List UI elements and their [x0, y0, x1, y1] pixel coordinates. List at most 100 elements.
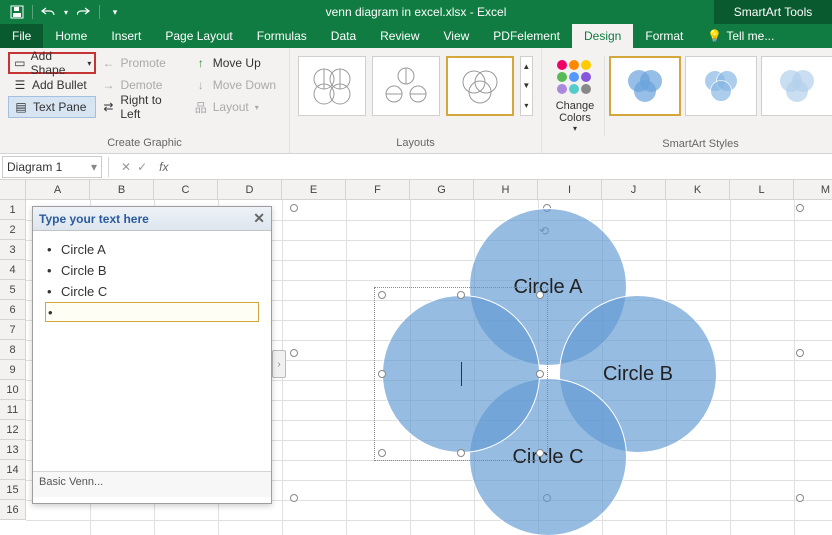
textpane-item[interactable]: Circle C: [45, 281, 259, 302]
column-header[interactable]: D: [218, 180, 282, 200]
textpane-body[interactable]: Circle A Circle B Circle C: [33, 231, 271, 471]
tab-file[interactable]: File: [0, 24, 43, 48]
accept-icon[interactable]: ✓: [137, 160, 147, 174]
column-header[interactable]: G: [410, 180, 474, 200]
text-pane-label: Text Pane: [33, 100, 86, 114]
tab-view[interactable]: View: [432, 24, 482, 48]
change-colors-button[interactable]: Change Colors ▾: [550, 56, 600, 133]
textpane-item[interactable]: Circle A: [45, 239, 259, 260]
textpane-footer[interactable]: Basic Venn...: [33, 471, 271, 497]
column-header[interactable]: K: [666, 180, 730, 200]
column-header[interactable]: E: [282, 180, 346, 200]
cancel-icon[interactable]: ✕: [121, 160, 131, 174]
lightbulb-icon: 💡: [707, 29, 722, 43]
tab-page-layout[interactable]: Page Layout: [153, 24, 244, 48]
column-header[interactable]: L: [730, 180, 794, 200]
layout-option-1[interactable]: [298, 56, 366, 116]
rtl-button[interactable]: ⇄Right to Left: [96, 96, 188, 118]
layout-icon: 品: [193, 99, 209, 115]
tab-insert[interactable]: Insert: [99, 24, 153, 48]
undo-dropdown-icon[interactable]: ▾: [61, 2, 71, 22]
formula-bar: Diagram 1 ▾ ✕ ✓ fx: [0, 154, 832, 180]
resize-handle[interactable]: [378, 449, 386, 457]
layouts-more-button[interactable]: ▲▼▾: [520, 56, 533, 116]
textpane-item-active[interactable]: [45, 302, 259, 322]
save-icon[interactable]: [6, 2, 28, 22]
name-box[interactable]: Diagram 1 ▾: [2, 156, 102, 178]
promote-button: ←Promote: [96, 52, 188, 74]
tab-tellme[interactable]: 💡 Tell me...: [695, 24, 786, 48]
tab-pdfelement[interactable]: PDFelement: [481, 24, 572, 48]
formula-input[interactable]: [168, 156, 832, 178]
layout-option-3-selected[interactable]: [446, 56, 514, 116]
select-all-corner[interactable]: [0, 180, 26, 200]
textpane-item[interactable]: Circle B: [45, 260, 259, 281]
resize-handle[interactable]: [290, 204, 298, 212]
row-header[interactable]: 14: [0, 460, 26, 480]
column-header[interactable]: C: [154, 180, 218, 200]
resize-handle[interactable]: [796, 494, 804, 502]
row-header[interactable]: 5: [0, 280, 26, 300]
text-pane-button[interactable]: ▤ Text Pane: [8, 96, 96, 118]
layout-option-2[interactable]: [372, 56, 440, 116]
column-header[interactable]: F: [346, 180, 410, 200]
resize-handle[interactable]: [796, 204, 804, 212]
group-create-graphic: ▭ Add Shape ▾ ☰ Add Bullet ▤ Text Pane ←…: [0, 48, 290, 153]
row-header[interactable]: 6: [0, 300, 26, 320]
row-header[interactable]: 13: [0, 440, 26, 460]
row-header[interactable]: 12: [0, 420, 26, 440]
row-header[interactable]: 7: [0, 320, 26, 340]
style-option-3[interactable]: [761, 56, 832, 116]
row-header[interactable]: 15: [0, 480, 26, 500]
resize-handle[interactable]: [536, 449, 544, 457]
close-icon[interactable]: ✕: [253, 210, 265, 227]
tab-formulas[interactable]: Formulas: [245, 24, 319, 48]
resize-handle[interactable]: [378, 370, 386, 378]
tab-design[interactable]: Design: [572, 24, 633, 48]
resize-handle[interactable]: [290, 349, 298, 357]
qat-customize-icon[interactable]: ▾: [104, 2, 126, 22]
tellme-label: Tell me...: [726, 29, 774, 43]
resize-handle[interactable]: [457, 291, 465, 299]
dropdown-icon[interactable]: ▾: [91, 160, 97, 174]
tab-home[interactable]: Home: [43, 24, 99, 48]
smartart-object[interactable]: ⟲ Circle A Circle B Circle C: [294, 208, 800, 498]
row-header[interactable]: 10: [0, 380, 26, 400]
group-label-create-graphic: Create Graphic: [8, 135, 281, 153]
textpane-header[interactable]: Type your text here ✕: [33, 207, 271, 231]
column-header[interactable]: J: [602, 180, 666, 200]
redo-icon[interactable]: [73, 2, 95, 22]
tab-format[interactable]: Format: [633, 24, 695, 48]
column-header[interactable]: A: [26, 180, 90, 200]
add-shape-button[interactable]: ▭ Add Shape ▾: [8, 52, 96, 74]
row-header[interactable]: 2: [0, 220, 26, 240]
textpane-collapse-handle[interactable]: ›: [272, 350, 286, 378]
row-header[interactable]: 3: [0, 240, 26, 260]
add-bullet-button[interactable]: ☰ Add Bullet: [8, 74, 96, 96]
fx-label: fx: [159, 160, 168, 174]
resize-handle[interactable]: [796, 349, 804, 357]
row-header[interactable]: 4: [0, 260, 26, 280]
resize-handle[interactable]: [536, 370, 544, 378]
style-option-1-selected[interactable]: [609, 56, 681, 116]
tab-review[interactable]: Review: [368, 24, 431, 48]
worksheet: ABCDEFGHIJKLM 12345678910111213141516 › …: [0, 180, 832, 535]
row-header[interactable]: 16: [0, 500, 26, 520]
resize-handle[interactable]: [290, 494, 298, 502]
column-header[interactable]: M: [794, 180, 832, 200]
column-header[interactable]: I: [538, 180, 602, 200]
column-header[interactable]: H: [474, 180, 538, 200]
change-colors-label: Change Colors: [550, 100, 600, 124]
undo-icon[interactable]: [37, 2, 59, 22]
row-header[interactable]: 9: [0, 360, 26, 380]
column-header[interactable]: B: [90, 180, 154, 200]
row-header[interactable]: 11: [0, 400, 26, 420]
row-header[interactable]: 8: [0, 340, 26, 360]
style-option-2[interactable]: [685, 56, 757, 116]
resize-handle[interactable]: [536, 291, 544, 299]
move-up-button[interactable]: ↑Move Up: [189, 52, 281, 74]
resize-handle[interactable]: [457, 449, 465, 457]
row-header[interactable]: 1: [0, 200, 26, 220]
tab-data[interactable]: Data: [319, 24, 368, 48]
resize-handle[interactable]: [378, 291, 386, 299]
